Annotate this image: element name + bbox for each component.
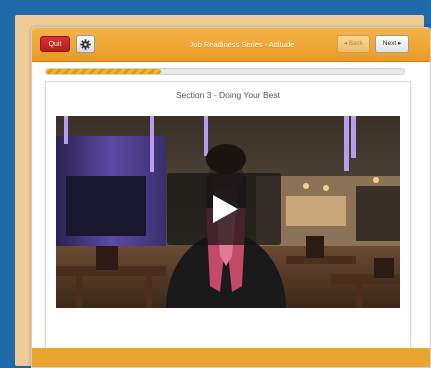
- play-button[interactable]: [167, 173, 281, 245]
- settings-button[interactable]: [76, 35, 95, 53]
- outer-frame: Quit Job Readiness Series - Attitude ◂ B…: [15, 15, 431, 368]
- progress-bar-fill: [46, 69, 161, 74]
- course-player: Quit Job Readiness Series - Attitude ◂ B…: [31, 27, 431, 368]
- footer-bar: [32, 348, 430, 367]
- gear-icon: [80, 39, 91, 50]
- back-button[interactable]: ◂ Back: [337, 35, 370, 53]
- quit-button[interactable]: Quit: [40, 36, 70, 52]
- progress-bar: [45, 68, 405, 75]
- play-icon: [213, 195, 238, 223]
- content-card: Section 3 - Doing Your Best: [45, 81, 411, 351]
- next-button[interactable]: Next ▸: [375, 35, 409, 53]
- section-title: Section 3 - Doing Your Best: [176, 90, 280, 100]
- video-player[interactable]: [56, 116, 400, 308]
- toolbar: Quit Job Readiness Series - Attitude ◂ B…: [32, 28, 430, 62]
- course-title: Job Readiness Series - Attitude: [189, 40, 295, 49]
